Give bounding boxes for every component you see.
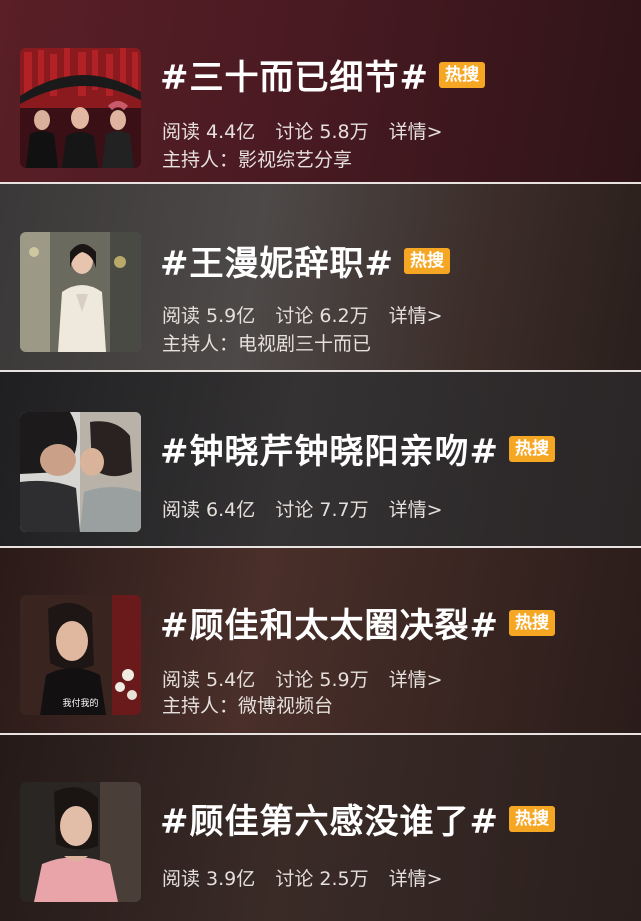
read-count: 阅读 5.4亿 <box>162 669 256 691</box>
detail-link[interactable]: 详情> <box>389 305 443 327</box>
topic-title-row: #三十而已细节# 热搜 <box>160 50 485 99</box>
topic-title-row: #王漫妮辞职# 热搜 <box>160 236 450 285</box>
thumb-caption: 我付我的 <box>62 699 99 709</box>
topic-stats: 阅读 5.9亿 讨论 6.2万 详情> <box>162 301 457 328</box>
topic-stats: 阅读 3.9亿 讨论 2.5万 详情> <box>162 864 457 891</box>
discuss-count: 讨论 5.9万 <box>275 669 369 691</box>
topic-stats: 阅读 5.4亿 讨论 5.9万 详情> <box>162 665 457 692</box>
topic-title[interactable]: #钟晓芹钟晓阳亲吻# <box>160 424 499 473</box>
topic-stats: 阅读 6.4亿 讨论 7.7万 详情> <box>162 495 457 522</box>
read-count: 阅读 3.9亿 <box>162 868 256 890</box>
topic-card-4[interactable]: 我付我的 #顾佳和太太圈决裂# 热搜 阅读 5.4亿 讨论 5.9万 详情> 主… <box>0 548 641 735</box>
topic-title-row: #钟晓芹钟晓阳亲吻# 热搜 <box>160 424 555 473</box>
topic-card-5[interactable]: #顾佳第六感没谁了# 热搜 阅读 3.9亿 讨论 2.5万 详情> <box>0 735 641 921</box>
topic-title[interactable]: #王漫妮辞职# <box>160 236 394 285</box>
discuss-count: 讨论 5.8万 <box>275 121 369 143</box>
hot-badge: 热搜 <box>508 609 555 636</box>
hot-topic-list: #三十而已细节# 热搜 阅读 4.4亿 讨论 5.8万 详情> 主持人：影视综艺… <box>0 0 641 921</box>
topic-card-2[interactable]: #王漫妮辞职# 热搜 阅读 5.9亿 讨论 6.2万 详情> 主持人：电视剧三十… <box>0 184 641 372</box>
hot-badge: 热搜 <box>508 435 555 462</box>
discuss-count: 讨论 7.7万 <box>275 499 369 521</box>
hot-badge: 热搜 <box>403 247 450 274</box>
read-count: 阅读 4.4亿 <box>162 121 256 143</box>
detail-link[interactable]: 详情> <box>389 121 443 143</box>
topic-card-1[interactable]: #三十而已细节# 热搜 阅读 4.4亿 讨论 5.8万 详情> 主持人：影视综艺… <box>0 0 641 184</box>
detail-link[interactable]: 详情> <box>389 499 443 521</box>
topic-title-row: #顾佳第六感没谁了# 热搜 <box>160 794 555 843</box>
topic-thumbnail-3[interactable] <box>20 412 141 532</box>
topic-title[interactable]: #三十而已细节# <box>160 50 429 99</box>
topic-thumbnail-4[interactable]: 我付我的 <box>20 595 141 715</box>
discuss-count: 讨论 6.2万 <box>275 305 369 327</box>
hot-badge: 热搜 <box>508 805 555 832</box>
topic-host[interactable]: 主持人：电视剧三十而已 <box>162 329 371 356</box>
discuss-count: 讨论 2.5万 <box>275 868 369 890</box>
topic-host[interactable]: 主持人：影视综艺分享 <box>162 145 352 172</box>
topic-thumbnail-1[interactable] <box>20 48 141 168</box>
read-count: 阅读 6.4亿 <box>162 499 256 521</box>
detail-link[interactable]: 详情> <box>389 868 443 890</box>
topic-title[interactable]: #顾佳第六感没谁了# <box>160 794 499 843</box>
topic-thumbnail-2[interactable] <box>20 232 141 352</box>
hot-badge: 热搜 <box>438 61 485 88</box>
topic-thumbnail-5[interactable] <box>20 782 141 902</box>
topic-title[interactable]: #顾佳和太太圈决裂# <box>160 598 499 647</box>
topic-title-row: #顾佳和太太圈决裂# 热搜 <box>160 598 555 647</box>
detail-link[interactable]: 详情> <box>389 669 443 691</box>
read-count: 阅读 5.9亿 <box>162 305 256 327</box>
topic-stats: 阅读 4.4亿 讨论 5.8万 详情> <box>162 117 457 144</box>
topic-card-3[interactable]: #钟晓芹钟晓阳亲吻# 热搜 阅读 6.4亿 讨论 7.7万 详情> <box>0 372 641 548</box>
topic-host[interactable]: 主持人：微博视频台 <box>162 691 333 718</box>
